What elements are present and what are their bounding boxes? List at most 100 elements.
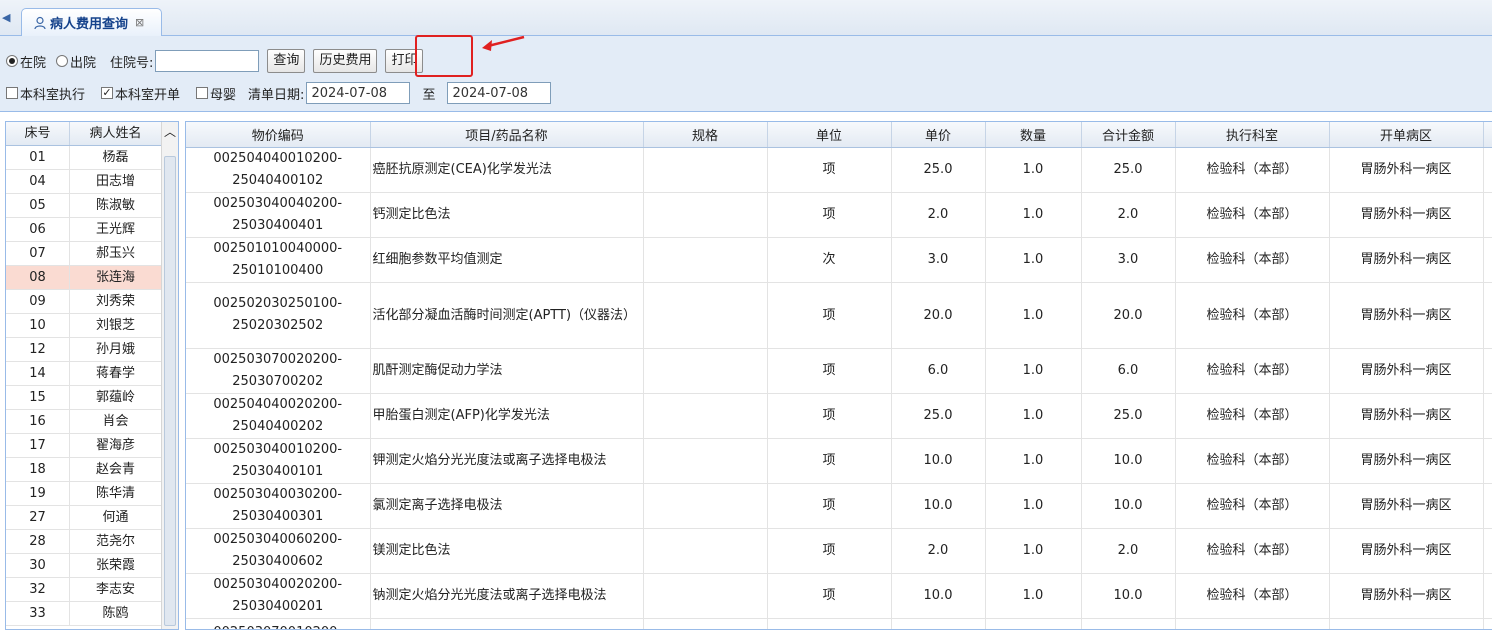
chevron-up-icon[interactable]: ︿ bbox=[162, 122, 178, 142]
fee-extra-cell bbox=[1483, 528, 1492, 574]
radio-discharged[interactable] bbox=[56, 55, 69, 67]
fee-row[interactable]: 002504040020200- 25040400202 甲胎蛋白测定(AFP)化学… bbox=[186, 393, 1492, 439]
patient-row[interactable]: 10 刘银芝 bbox=[6, 314, 178, 338]
fee-price-cell: 20.0 bbox=[891, 282, 986, 349]
patient-row[interactable]: 33 陈鸥 bbox=[6, 602, 178, 626]
radio-inpatient[interactable] bbox=[6, 55, 18, 67]
col-name-header[interactable]: 病人姓名 bbox=[70, 122, 162, 145]
scrollbar-thumb[interactable] bbox=[164, 156, 176, 626]
patient-name-cell: 陈华清 bbox=[70, 482, 162, 505]
patient-bed-cell: 18 bbox=[6, 458, 70, 481]
fee-row[interactable]: 002503040010200- 25030400101 钾测定火焰分光光度法或离子… bbox=[186, 438, 1492, 484]
date-from-input[interactable] bbox=[306, 82, 411, 104]
col-qty-header[interactable]: 数量 bbox=[985, 122, 1082, 148]
patient-row[interactable]: 28 范尧尔 bbox=[6, 530, 178, 554]
dept-exec-checkbox[interactable] bbox=[6, 87, 18, 99]
fee-code-line2: 25030400602 bbox=[232, 553, 324, 569]
patient-name-cell: 张连海 bbox=[70, 266, 162, 289]
fee-row[interactable]: 002503040060200- 25030400602 镁测定比色法项 2.0 1.0… bbox=[186, 528, 1492, 574]
fee-code-line2: 25040400202 bbox=[232, 418, 324, 434]
fee-qty-cell: 1.0 bbox=[985, 348, 1082, 394]
fee-code-line2: 25030400101 bbox=[232, 463, 324, 479]
print-button[interactable]: 打印 bbox=[385, 49, 424, 73]
patient-name-cell: 郭蕴岭 bbox=[70, 386, 162, 409]
dept-exec-label[interactable]: 本科室执行 bbox=[20, 84, 85, 103]
maternal-label[interactable]: 母婴 bbox=[210, 84, 236, 103]
col-unit-header[interactable]: 单位 bbox=[767, 122, 892, 148]
col-spec-header[interactable]: 规格 bbox=[643, 122, 768, 148]
patient-row[interactable]: 16 肖会 bbox=[6, 410, 178, 434]
fee-row[interactable]: 002503040040200- 25030400401 钙测定比色法项 2.0 1.0… bbox=[186, 192, 1492, 238]
fee-row[interactable]: 002503070020200- 25030700202 肌酐测定酶促动力学法项 6.… bbox=[186, 348, 1492, 394]
maternal-checkbox[interactable] bbox=[196, 87, 209, 99]
patient-row[interactable]: 17 翟海彦 bbox=[6, 434, 178, 458]
patient-row[interactable]: 15 郭蕴岭 bbox=[6, 386, 178, 410]
query-button[interactable]: 查询 bbox=[267, 49, 306, 73]
col-total-header[interactable]: 合计金额 bbox=[1081, 122, 1176, 148]
fee-row[interactable]: 002502030250100- 25020302502 活化部分凝血活酶时间测定(… bbox=[186, 282, 1492, 349]
fee-code-cell: 002504040010200- 25040400102 bbox=[186, 147, 371, 193]
patient-row[interactable]: 27 何通 bbox=[6, 506, 178, 530]
fee-unit-cell: 项 bbox=[767, 438, 892, 484]
fee-qty-cell: 1.0 bbox=[985, 147, 1082, 193]
patient-bed-cell: 07 bbox=[6, 242, 70, 265]
fee-total-cell: 20.0 bbox=[1081, 282, 1176, 349]
patient-row[interactable]: 09 刘秀荣 bbox=[6, 290, 178, 314]
patient-bed-cell: 27 bbox=[6, 506, 70, 529]
patient-row[interactable]: 18 赵会青 bbox=[6, 458, 178, 482]
admission-no-input[interactable] bbox=[155, 50, 260, 72]
patient-name-cell: 何通 bbox=[70, 506, 162, 529]
patient-row[interactable]: 08 张连海 bbox=[6, 266, 178, 290]
fee-qty-cell: 1.0 bbox=[985, 528, 1082, 574]
patient-name-cell: 翟海彦 bbox=[70, 434, 162, 457]
fee-item-cell: 钾测定火焰分光光度法或离子选择电极法 bbox=[370, 438, 644, 484]
fee-qty-cell: 1.0 bbox=[985, 573, 1082, 619]
radio-inpatient-label[interactable]: 在院 bbox=[20, 52, 46, 71]
col-exec-dept-header[interactable]: 执行科室 bbox=[1175, 122, 1330, 148]
fee-code-line1: 002504040020200- bbox=[213, 396, 343, 412]
fee-code-line2: 25020302502 bbox=[232, 318, 324, 333]
radio-discharged-label[interactable]: 出院 bbox=[70, 52, 96, 71]
fee-row[interactable]: 002503070010200- bbox=[186, 618, 1492, 629]
fee-exec-dept-cell: 检验科（本部） bbox=[1175, 348, 1330, 394]
col-price-header[interactable]: 单价 bbox=[891, 122, 986, 148]
col-code-header[interactable]: 物价编码 bbox=[186, 122, 371, 148]
fee-spec-cell bbox=[643, 438, 768, 484]
patient-row[interactable]: 30 张荣霞 bbox=[6, 554, 178, 578]
fee-code-line2: 25010100400 bbox=[232, 262, 324, 278]
patient-row[interactable]: 01 杨磊 bbox=[6, 146, 178, 170]
patient-row[interactable]: 32 李志安 bbox=[6, 578, 178, 602]
patient-bed-cell: 14 bbox=[6, 362, 70, 385]
col-order-ward-header[interactable]: 开单病区 bbox=[1329, 122, 1484, 148]
dept-order-label[interactable]: 本科室开单 bbox=[115, 84, 180, 103]
col-item-header[interactable]: 项目/药品名称 bbox=[370, 122, 644, 148]
fee-row[interactable]: 002503040030200- 25030400301 氯测定离子选择电极法项 10… bbox=[186, 483, 1492, 529]
fee-row[interactable]: 002501010040000- 25010100400 红细胞参数平均值测定次 3.… bbox=[186, 237, 1492, 283]
close-icon[interactable]: ⊠ bbox=[135, 16, 144, 29]
fee-row[interactable]: 002504040010200- 25040400102 癌胚抗原测定(CEA)化学… bbox=[186, 147, 1492, 193]
patient-row[interactable]: 19 陈华清 bbox=[6, 482, 178, 506]
tab-patient-fee-query[interactable]: 病人费用查询 ⊠ bbox=[21, 8, 162, 36]
dept-order-checkbox[interactable]: ✓ bbox=[101, 87, 114, 99]
patient-bed-cell: 10 bbox=[6, 314, 70, 337]
patient-bed-cell: 33 bbox=[6, 602, 70, 625]
fee-code-cell: 002502030250100- 25020302502 bbox=[186, 282, 371, 349]
fee-order-ward-cell: 胃肠外科一病区 bbox=[1329, 483, 1484, 529]
fee-order-ward-cell bbox=[1329, 618, 1484, 629]
patient-row[interactable]: 14 蒋春学 bbox=[6, 362, 178, 386]
patient-bed-cell: 15 bbox=[6, 386, 70, 409]
fee-code-cell: 002503040020200- 25030400201 bbox=[186, 573, 371, 619]
history-fee-button[interactable]: 历史费用 bbox=[313, 49, 378, 73]
fee-row[interactable]: 002503040020200- 25030400201 钠测定火焰分光光度法或离子… bbox=[186, 573, 1492, 619]
patient-row[interactable]: 05 陈淑敏 bbox=[6, 194, 178, 218]
col-bed-header[interactable]: 床号 bbox=[6, 122, 70, 145]
tab-scroll-left-icon[interactable]: ◀ bbox=[2, 12, 10, 24]
patient-row[interactable]: 12 孙月娥 bbox=[6, 338, 178, 362]
fee-exec-dept-cell: 检验科（本部） bbox=[1175, 282, 1330, 349]
date-to-input[interactable] bbox=[447, 82, 552, 104]
patient-row[interactable]: 06 王光辉 bbox=[6, 218, 178, 242]
patient-row[interactable]: 07 郝玉兴 bbox=[6, 242, 178, 266]
patient-row[interactable]: 04 田志增 bbox=[6, 170, 178, 194]
patient-list-scrollbar[interactable]: ︿ bbox=[161, 122, 178, 629]
fee-code-line1: 002503040040200- bbox=[213, 195, 343, 211]
